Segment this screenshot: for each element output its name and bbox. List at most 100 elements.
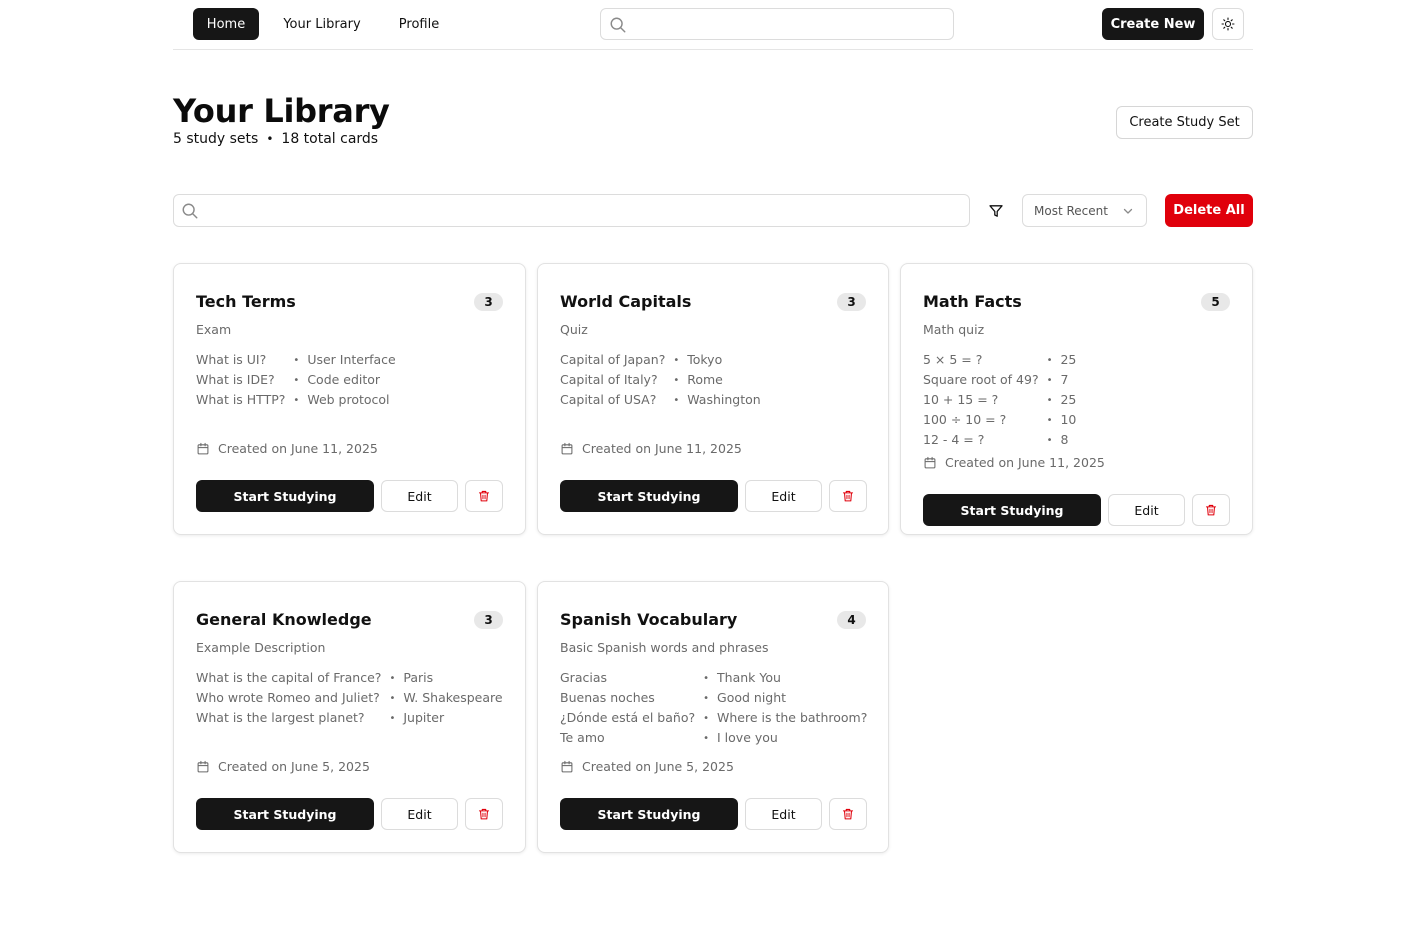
card-answer: Where is the bathroom?	[703, 709, 867, 729]
trash-icon	[478, 808, 490, 820]
card-question: 10 + 15 = ?	[923, 392, 999, 407]
card-created-date: Created on June 5, 2025	[560, 759, 734, 774]
card-preview-list: 5 × 5 = ? 25 Square root of 49? 7 10 + 15 = …	[923, 351, 1076, 451]
card-answer: W. Shakespeare	[389, 689, 502, 709]
card-question: What is UI?	[196, 352, 267, 367]
library-search	[173, 194, 970, 227]
sort-select[interactable]: Most Recent	[1022, 194, 1147, 227]
theme-toggle-button[interactable]	[1212, 8, 1244, 40]
delete-set-button[interactable]	[829, 798, 867, 830]
card-title[interactable]: General Knowledge	[196, 610, 372, 629]
card-created-date: Created on June 5, 2025	[196, 759, 370, 774]
edit-button[interactable]: Edit	[745, 480, 822, 512]
card-answer: Paris	[389, 669, 502, 689]
delete-set-button[interactable]	[465, 798, 503, 830]
delete-set-button[interactable]	[465, 480, 503, 512]
study-set-card: General Knowledge 3 Example Description Wha…	[173, 581, 526, 853]
delete-set-button[interactable]	[1192, 494, 1230, 526]
filter-button[interactable]	[983, 198, 1009, 224]
card-question: 5 × 5 = ?	[923, 352, 983, 367]
card-preview-list: What is the capital of France? Paris Who w…	[196, 669, 503, 729]
edit-button[interactable]: Edit	[745, 798, 822, 830]
card-description: Quiz	[560, 322, 588, 337]
card-question: 100 ÷ 10 = ?	[923, 412, 1007, 427]
start-studying-button[interactable]: Start Studying	[560, 480, 738, 512]
trash-icon	[842, 808, 854, 820]
global-search	[600, 8, 954, 40]
separator-dot: •	[266, 132, 274, 146]
search-icon	[610, 17, 626, 33]
sets-count: 5 study sets	[173, 131, 259, 147]
filter-icon	[989, 205, 1003, 217]
start-studying-button[interactable]: Start Studying	[196, 798, 374, 830]
card-question: What is HTTP?	[196, 392, 286, 407]
global-search-input[interactable]	[633, 9, 949, 39]
create-study-set-button[interactable]: Create Study Set	[1116, 106, 1253, 139]
study-set-card: Spanish Vocabulary 4 Basic Spanish words a…	[537, 581, 889, 853]
card-title[interactable]: Tech Terms	[196, 292, 296, 311]
card-question: What is the capital of France?	[196, 670, 382, 685]
delete-set-button[interactable]	[829, 480, 867, 512]
card-description: Example Description	[196, 640, 326, 655]
card-count-badge: 3	[474, 611, 503, 629]
calendar-icon	[924, 456, 936, 468]
calendar-icon	[561, 760, 573, 772]
card-answer: 25	[1047, 391, 1076, 411]
edit-button[interactable]: Edit	[1108, 494, 1185, 526]
card-count-badge: 5	[1201, 293, 1230, 311]
card-count-badge: 3	[837, 293, 866, 311]
card-created-date: Created on June 11, 2025	[560, 441, 742, 456]
calendar-icon	[197, 442, 209, 454]
card-question: Capital of Italy?	[560, 372, 658, 387]
card-count-badge: 4	[837, 611, 866, 629]
card-question: Buenas noches	[560, 690, 655, 705]
card-answer: 7	[1047, 371, 1077, 391]
edit-button[interactable]: Edit	[381, 798, 458, 830]
created-date-text: Created on June 5, 2025	[218, 759, 370, 774]
card-description: Exam	[196, 322, 232, 337]
trash-icon	[842, 490, 854, 502]
card-answer: I love you	[703, 729, 867, 749]
start-studying-button[interactable]: Start Studying	[560, 798, 738, 830]
nav-your-library[interactable]: Your Library	[273, 8, 371, 40]
card-answer: Tokyo	[673, 351, 760, 371]
card-count-badge: 3	[474, 293, 503, 311]
calendar-icon	[561, 442, 573, 454]
nav-home[interactable]: Home	[193, 8, 259, 40]
study-set-card: Tech Terms 3 Exam What is UI? User Interface…	[173, 263, 526, 535]
card-created-date: Created on June 11, 2025	[923, 455, 1105, 470]
card-question: Who wrote Romeo and Juliet?	[196, 690, 380, 705]
card-answer: Code editor	[293, 371, 395, 391]
card-preview-list: What is UI? User Interface What is IDE? Cod…	[196, 351, 396, 411]
card-created-date: Created on June 11, 2025	[196, 441, 378, 456]
card-preview-list: Capital of Japan? Tokyo Capital of Italy? R…	[560, 351, 761, 411]
card-question: What is IDE?	[196, 372, 275, 387]
search-icon	[182, 203, 198, 219]
card-title[interactable]: Spanish Vocabulary	[560, 610, 737, 629]
card-title[interactable]: Math Facts	[923, 292, 1022, 311]
card-question: ¿Dónde está el baño?	[560, 710, 696, 725]
library-search-input[interactable]	[206, 195, 962, 226]
nav-profile[interactable]: Profile	[386, 8, 452, 40]
edit-button[interactable]: Edit	[381, 480, 458, 512]
card-answer: Jupiter	[389, 709, 502, 729]
card-title[interactable]: World Capitals	[560, 292, 691, 311]
card-answer: 8	[1047, 431, 1077, 451]
sun-icon	[1221, 17, 1235, 31]
created-date-text: Created on June 11, 2025	[218, 441, 378, 456]
start-studying-button[interactable]: Start Studying	[196, 480, 374, 512]
trash-icon	[478, 490, 490, 502]
created-date-text: Created on June 11, 2025	[945, 455, 1105, 470]
delete-all-button[interactable]: Delete All	[1165, 194, 1253, 227]
start-studying-button[interactable]: Start Studying	[923, 494, 1101, 526]
create-new-button[interactable]: Create New	[1102, 8, 1204, 40]
study-set-card: Math Facts 5 Math quiz 5 × 5 = ? 25 Square ro…	[900, 263, 1253, 535]
created-date-text: Created on June 11, 2025	[582, 441, 742, 456]
card-answer: User Interface	[293, 351, 395, 371]
card-preview-list: Gracias Thank You Buenas noches Good night ¿…	[560, 669, 867, 749]
card-description: Basic Spanish words and phrases	[560, 640, 769, 655]
card-description: Math quiz	[923, 322, 985, 337]
cards-count: 18 total cards	[281, 131, 379, 147]
chevron-down-icon	[1123, 208, 1133, 214]
card-answer: 10	[1047, 411, 1076, 431]
